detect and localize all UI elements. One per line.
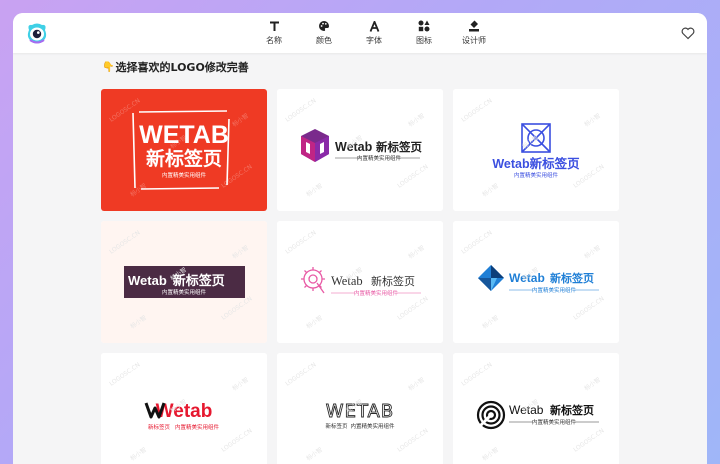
- svg-text:新标签页: 新标签页: [550, 271, 594, 285]
- svg-text:内置精美实用组件: 内置精美实用组件: [357, 154, 402, 162]
- nav-label: 图标: [416, 36, 432, 45]
- heart-icon[interactable]: [681, 26, 695, 40]
- svg-text:新标签页: 新标签页: [376, 140, 422, 154]
- nav-item-color[interactable]: 颜色: [299, 19, 349, 46]
- app-window: 名称 颜色 字体 图标 设计师 👇 选择喜欢的LOGO修改完善 WETAB 新标…: [13, 13, 707, 464]
- nav-item-font[interactable]: 字体: [349, 19, 399, 46]
- shapes-icon: [417, 19, 431, 33]
- logo-card[interactable]: Wetab 新标签页 内置精美实用组件 LOGOSC.CN 标小智 LOGOSC.C…: [453, 353, 619, 464]
- logo-card[interactable]: Wetab 新标签页 内置精美实用组件 LOGOSC.CN 标小智 LOGOSC.C…: [277, 89, 443, 211]
- heading-text: 选择喜欢的LOGO修改完善: [115, 61, 249, 74]
- palette-icon: [317, 19, 331, 33]
- svg-text:内置精美实用组件: 内置精美实用组件: [514, 171, 559, 179]
- svg-text:内置精美实用组件: 内置精美实用组件: [532, 418, 577, 426]
- logo-card[interactable]: Wetab 新标签页 内置精美实用组件 LOGOSC.CN 标小智 LOGOSC.C…: [101, 353, 267, 464]
- nav-item-icon[interactable]: 图标: [399, 19, 449, 46]
- logo-card[interactable]: Wetab 新标签页 内置精美实用组件 LOGOSC.CN 标小智 LOGOSC.C…: [453, 221, 619, 343]
- app-logo-icon[interactable]: [25, 21, 49, 45]
- pointing-down-icon: 👇: [102, 61, 115, 73]
- designer-icon: [467, 19, 481, 33]
- svg-text:新标签页: 新标签页: [146, 147, 222, 170]
- nav-label: 设计师: [462, 36, 486, 45]
- svg-text:内置精美实用组件: 内置精美实用组件: [532, 286, 577, 294]
- nav-label: 颜色: [316, 36, 332, 45]
- page-heading: 👇 选择喜欢的LOGO修改完善: [102, 59, 249, 75]
- nav-label: 字体: [366, 36, 382, 45]
- logo-card[interactable]: Wetab 新标签页 内置精美实用组件 LOGOSC.CN 标小智 LOGOSC.C…: [277, 221, 443, 343]
- svg-text:新标签页: 新标签页: [148, 423, 171, 431]
- nav-label: 名称: [266, 36, 282, 45]
- logo-card[interactable]: Wetab新标签页 内置精美实用组件 LOGOSC.CN标小智LOGOSC.CN…: [453, 89, 619, 211]
- svg-text:内置精美实用组件: 内置精美实用组件: [354, 289, 399, 297]
- svg-text:新标签页: 新标签页: [371, 274, 415, 288]
- svg-text:内置精美实用组件: 内置精美实用组件: [162, 171, 207, 179]
- logo-card[interactable]: Wetab新标签页 内置精美实用组件 LOGOSC.CN标小智LOGOSC.CN…: [101, 221, 267, 343]
- design-nav: 名称 颜色 字体 图标 设计师: [249, 19, 499, 46]
- spiral-mark-icon: [476, 400, 506, 430]
- top-bar: 名称 颜色 字体 图标 设计师: [13, 13, 707, 53]
- svg-text:内置精美实用组件: 内置精美实用组件: [162, 288, 207, 296]
- svg-text:Wetab新标签页: Wetab新标签页: [492, 156, 579, 171]
- nav-item-designer[interactable]: 设计师: [449, 19, 499, 46]
- svg-text:内置精美实用组件: 内置精美实用组件: [175, 423, 220, 431]
- text-icon: [267, 19, 281, 33]
- font-icon: [367, 19, 381, 33]
- nav-item-name[interactable]: 名称: [249, 19, 299, 46]
- logo-card[interactable]: WETAB 新标签页 内置精美实用组件 LOGOSC.CN 标小智 LOGOSC.CN…: [277, 353, 443, 464]
- svg-text:新标签页: 新标签页: [550, 403, 594, 417]
- svg-text:新标签页内置精美实用组件: 新标签页 内置精美实用组件: [325, 422, 395, 430]
- logo-card[interactable]: WETAB 新标签页 内置精美实用组件 LOGOSC.CN 标小智 LOGOSC.C…: [101, 89, 267, 211]
